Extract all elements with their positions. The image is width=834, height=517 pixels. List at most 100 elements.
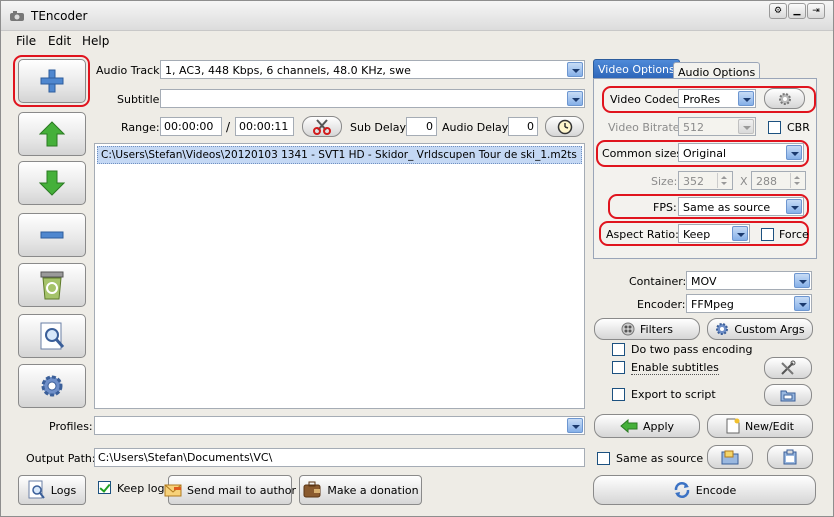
common-sizes-select[interactable]: Original [678,143,804,162]
tools-button[interactable] [764,357,812,379]
fps-value: Same as source [683,201,771,214]
video-bitrate-select[interactable]: 512 [678,117,756,136]
range-separator: / [226,120,231,134]
title-bar: TEncoder ⚙ ▁ ⇥ [1,1,833,31]
width-input[interactable]: 352 [678,171,733,190]
audio-track-value: 1, AC3, 448 Kbps, 6 channels, 48.0 KHz, … [165,64,411,77]
audio-track-select[interactable]: 1, AC3, 448 Kbps, 6 channels, 48.0 KHz, … [160,60,585,79]
same-as-source-checkbox[interactable] [597,452,610,465]
container-value: MOV [691,275,717,288]
script-folder-button[interactable] [764,384,812,406]
cut-button[interactable] [302,116,342,137]
new-edit-button[interactable]: New/Edit [707,414,813,438]
custom-args-label: Custom Args [734,322,805,336]
custom-args-icon [715,322,729,336]
plus-icon [39,68,65,94]
encoder-select[interactable]: FFMpeg [686,294,812,313]
same-as-source-label: Same as source [616,452,704,465]
filters-button[interactable]: Filters [594,318,700,340]
menu-bar: File Edit Help [1,32,833,50]
list-item[interactable]: C:\Users\Stefan\Videos\20120103 1341 - S… [97,146,582,164]
apply-arrow-icon [620,419,638,433]
two-pass-checkbox[interactable] [612,343,625,356]
video-codec-value: ProRes [683,93,721,106]
chevron-down-icon[interactable] [567,418,583,433]
send-mail-button[interactable]: Send mail to author [164,475,296,505]
sync-button[interactable] [545,116,584,137]
chevron-down-icon[interactable] [567,62,583,77]
container-select[interactable]: MOV [686,271,812,290]
force-checkbox[interactable] [761,228,774,241]
chevron-down-icon[interactable] [738,91,754,106]
window-title: TEncoder [31,9,88,23]
chevron-down-icon[interactable] [794,296,810,311]
range-start-input[interactable]: 00:00:00 [160,117,222,136]
profiles-select[interactable] [94,416,585,435]
minus-icon [40,230,64,240]
logs-button[interactable]: Logs [18,475,86,505]
scissors-icon [313,118,331,135]
enable-subtitles-checkbox[interactable] [612,361,625,374]
chevron-down-icon[interactable] [732,226,748,241]
add-file-button[interactable] [18,59,86,103]
tab-audio-options[interactable]: Audio Options [673,62,761,79]
tab-video-options[interactable]: Video Options [593,59,680,79]
fps-select[interactable]: Same as source [678,197,804,216]
sub-delay-input[interactable]: 0 [406,117,437,136]
custom-args-button[interactable]: Custom Args [707,318,813,340]
aspect-ratio-value: Keep [683,228,711,241]
subtitle-select[interactable] [160,89,585,108]
maximize-icon[interactable]: ⇥ [807,3,825,19]
cbr-checkbox[interactable] [768,121,781,134]
new-edit-icon [726,418,740,434]
encode-button[interactable]: Encode [593,475,816,505]
logs-icon [28,480,46,500]
output-folder-button[interactable] [707,445,753,469]
minimize-icon[interactable]: ▁ [788,3,806,19]
donation-button[interactable]: Make a donation [299,475,422,505]
range-end-input[interactable]: 00:00:11 [235,117,294,136]
remove-file-button[interactable] [18,213,86,257]
audio-delay-label: Audio Delay: [442,121,512,134]
spinner-icon[interactable] [790,173,804,188]
export-script-checkbox[interactable] [612,388,625,401]
menu-edit[interactable]: Edit [48,34,71,48]
common-sizes-label: Common sizes: [602,147,686,160]
donation-icon [302,481,322,499]
chevron-down-icon[interactable] [786,199,802,214]
chevron-down-icon[interactable] [794,273,810,288]
size-x-label: X [740,175,748,188]
preview-button[interactable] [18,314,86,358]
folder-icon [721,449,739,465]
settings-button[interactable] [18,364,86,408]
keep-log-checkbox[interactable] [98,481,111,494]
height-input[interactable]: 288 [751,171,806,190]
codec-settings-button[interactable] [764,88,805,109]
move-up-button[interactable] [18,112,86,156]
apply-button[interactable]: Apply [594,414,700,438]
clear-list-button[interactable] [18,263,86,307]
output-path-input[interactable]: C:\Users\Stefan\Documents\VC\ [94,448,585,467]
clock-icon [557,119,573,135]
preview-icon [38,321,66,351]
folder-icon [780,388,796,402]
chevron-down-icon[interactable] [567,91,583,106]
cbr-label: CBR [787,121,810,134]
chevron-down-icon[interactable] [786,145,802,160]
audio-delay-input[interactable]: 0 [508,117,538,136]
filters-icon [621,322,635,336]
move-down-button[interactable] [18,161,86,205]
open-output-button[interactable] [767,445,813,469]
menu-help[interactable]: Help [82,34,109,48]
video-codec-select[interactable]: ProRes [678,89,756,108]
export-script-label: Export to script [631,388,716,401]
spinner-icon[interactable] [717,173,731,188]
chevron-down-icon[interactable] [738,119,754,134]
donation-label: Make a donation [327,483,419,497]
file-list[interactable]: C:\Users\Stefan\Videos\20120103 1341 - S… [94,143,585,409]
aspect-ratio-select[interactable]: Keep [678,224,750,243]
menu-file[interactable]: File [16,34,36,48]
video-bitrate-value: 512 [683,121,704,134]
help-icon[interactable]: ⚙ [769,3,787,19]
mail-icon [164,482,182,498]
